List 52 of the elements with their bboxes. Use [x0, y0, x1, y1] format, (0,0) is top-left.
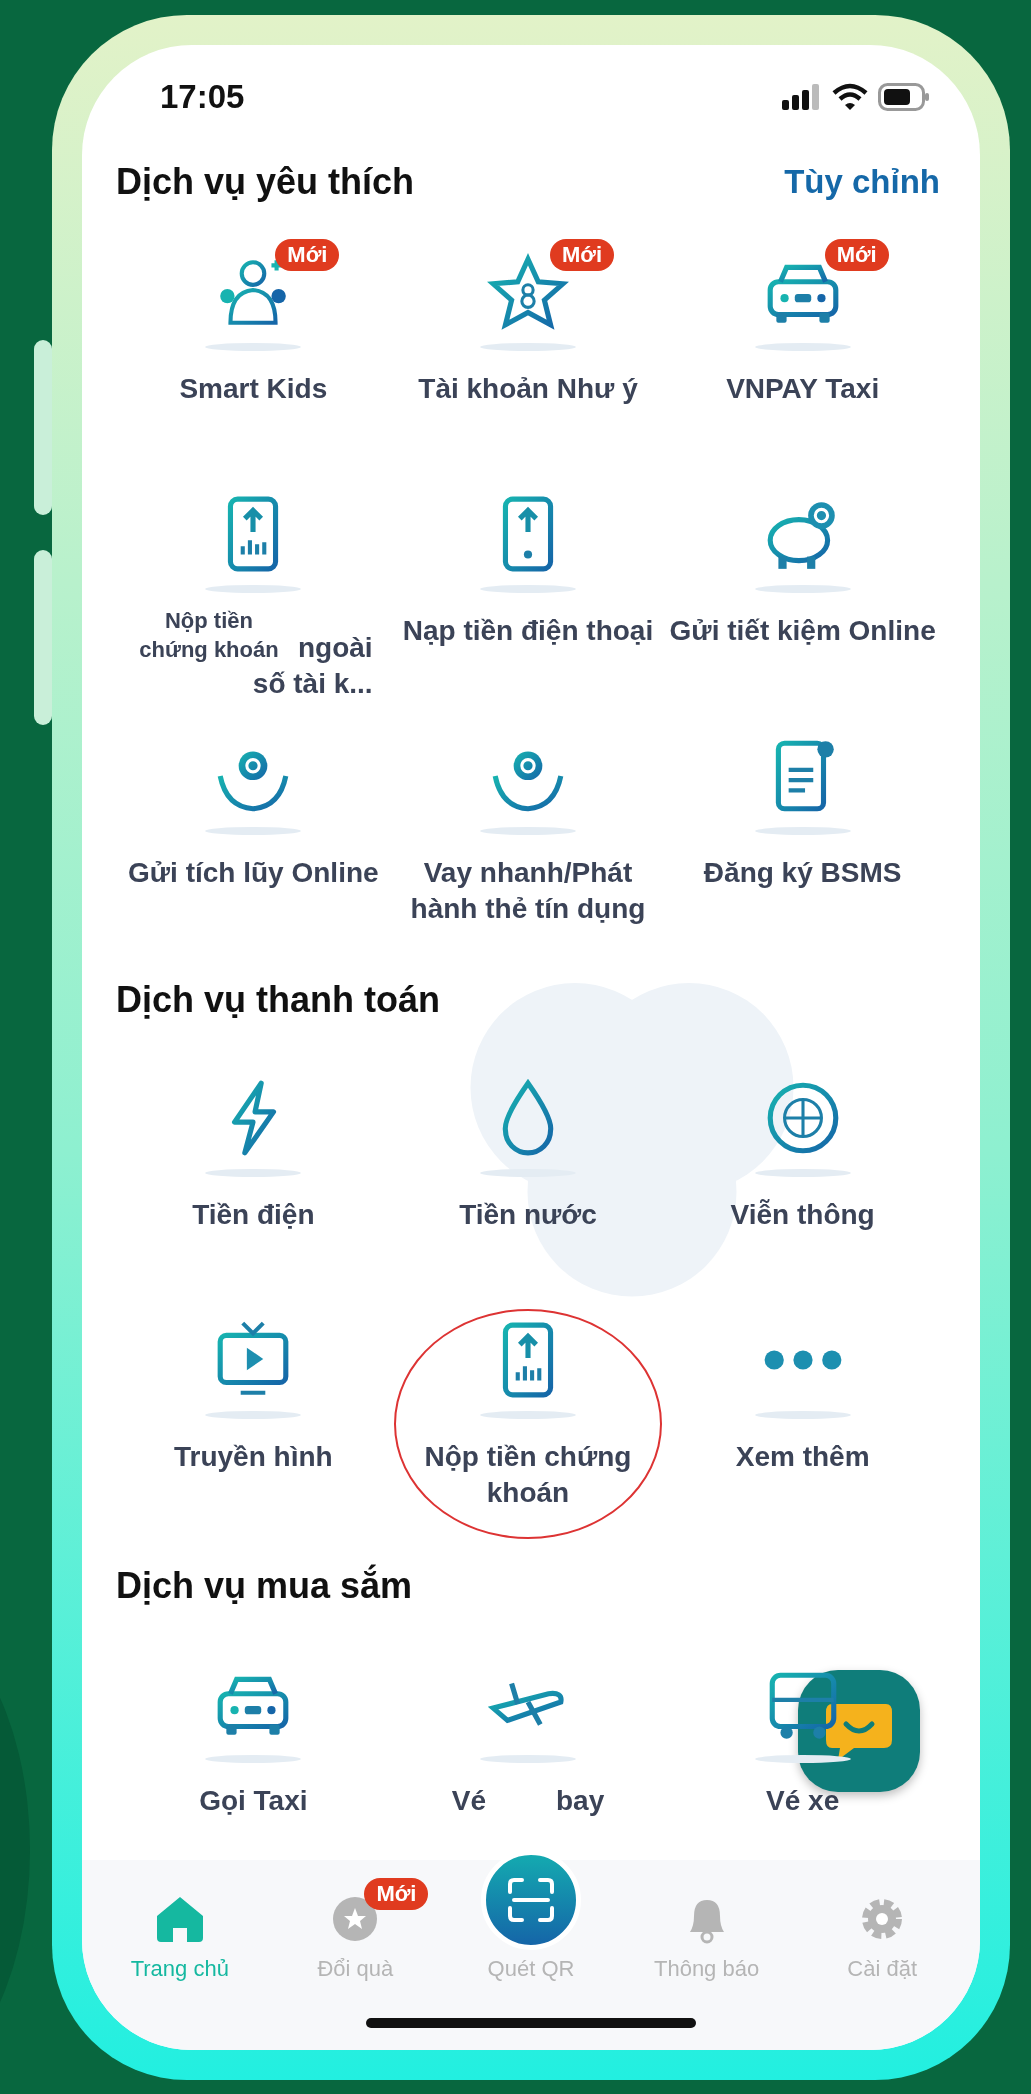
signal-icon [782, 84, 822, 110]
new-badge: Mới [275, 239, 340, 271]
new-badge: Mới [550, 239, 615, 271]
nav-tab[interactable]: Mới Đổi quà [270, 1874, 441, 1982]
service-label: Tiền nước [459, 1198, 597, 1232]
service-label: Vay nhanh/Phát hành thẻ tín dụng [409, 856, 647, 927]
wifi-icon [832, 83, 868, 111]
service-label: Tiền điện [192, 1198, 315, 1232]
covered-label-text: số tài k... [252, 668, 373, 701]
service-label: Vé xe [766, 1784, 840, 1818]
section-title: Dịch vụ thanh toán [116, 979, 440, 1021]
new-badge: Mới [364, 1878, 429, 1910]
section-title: Dịch vụ mua sắm [116, 1565, 413, 1607]
service-tile[interactable]: Tiền nước [390, 1063, 666, 1287]
service-tile[interactable]: Gửi tiết kiệm Online [665, 479, 940, 703]
service-tile[interactable]: Mới Smart Kids [116, 237, 391, 461]
service-label: Xem thêm [735, 1440, 870, 1474]
status-time: 17:05 [160, 78, 245, 116]
service-label: VNPAY Taxi [726, 372, 880, 406]
service-tile[interactable]: Tiền điện [116, 1063, 391, 1287]
new-badge: Mới [824, 239, 889, 271]
service-tile[interactable]: Viễn thông [665, 1063, 940, 1287]
service-label: Vé [451, 1784, 486, 1818]
section-title: Dịch vụ yêu thích [116, 161, 415, 203]
service-label: Tài khoản Như ý [418, 372, 638, 406]
service-label: Gửi tiết kiệm Online [669, 614, 936, 648]
covered-label-text: ngoài [298, 632, 373, 665]
service-tile[interactable]: Vay nhanh/Phát hành thẻ tín dụng [390, 721, 666, 945]
circled-service-label: Nộp tiền chứng khoán [423, 1440, 633, 1511]
chat-button[interactable] [798, 1670, 920, 1792]
service-tile[interactable]: Xem thêm [665, 1305, 940, 1531]
service-label: Gửi tích lũy Online [128, 856, 379, 890]
service-tile[interactable]: Nộp tiền chứng khoán ngoài số tài k... [116, 479, 391, 703]
service-label: Viễn thông [730, 1198, 875, 1232]
service-label: Gọi Taxi [199, 1784, 308, 1818]
service-label: bay [556, 1784, 605, 1818]
battery-icon [878, 83, 930, 111]
scan-icon [506, 1878, 556, 1922]
service-label: Truyền hình [174, 1440, 333, 1474]
service-label: Đăng ký BSMS [703, 856, 902, 890]
service-tile[interactable]: Nộp tiền chứng khoán [390, 1305, 666, 1531]
service-label: Smart Kids [179, 372, 328, 406]
service-label: Nạp tiền điện thoại [402, 614, 654, 648]
service-tile[interactable]: Truyền hình [116, 1305, 391, 1531]
service-tile[interactable]: Đăng ký BSMS [665, 721, 940, 945]
service-tile[interactable]: Mới VNPAY Taxi [665, 237, 940, 461]
customize-link[interactable]: Tùy chỉnh [784, 163, 940, 201]
service-label: Nộp tiền chứng khoán [138, 607, 280, 664]
service-tile[interactable]: Gọi Taxi [116, 1649, 391, 1860]
service-tile[interactable]: Gửi tích lũy Online [116, 721, 391, 945]
service-tile[interactable]: Mới Tài khoản Như ý [390, 237, 666, 461]
service-tile[interactable]: Nạp tiền điện thoại [390, 479, 666, 703]
